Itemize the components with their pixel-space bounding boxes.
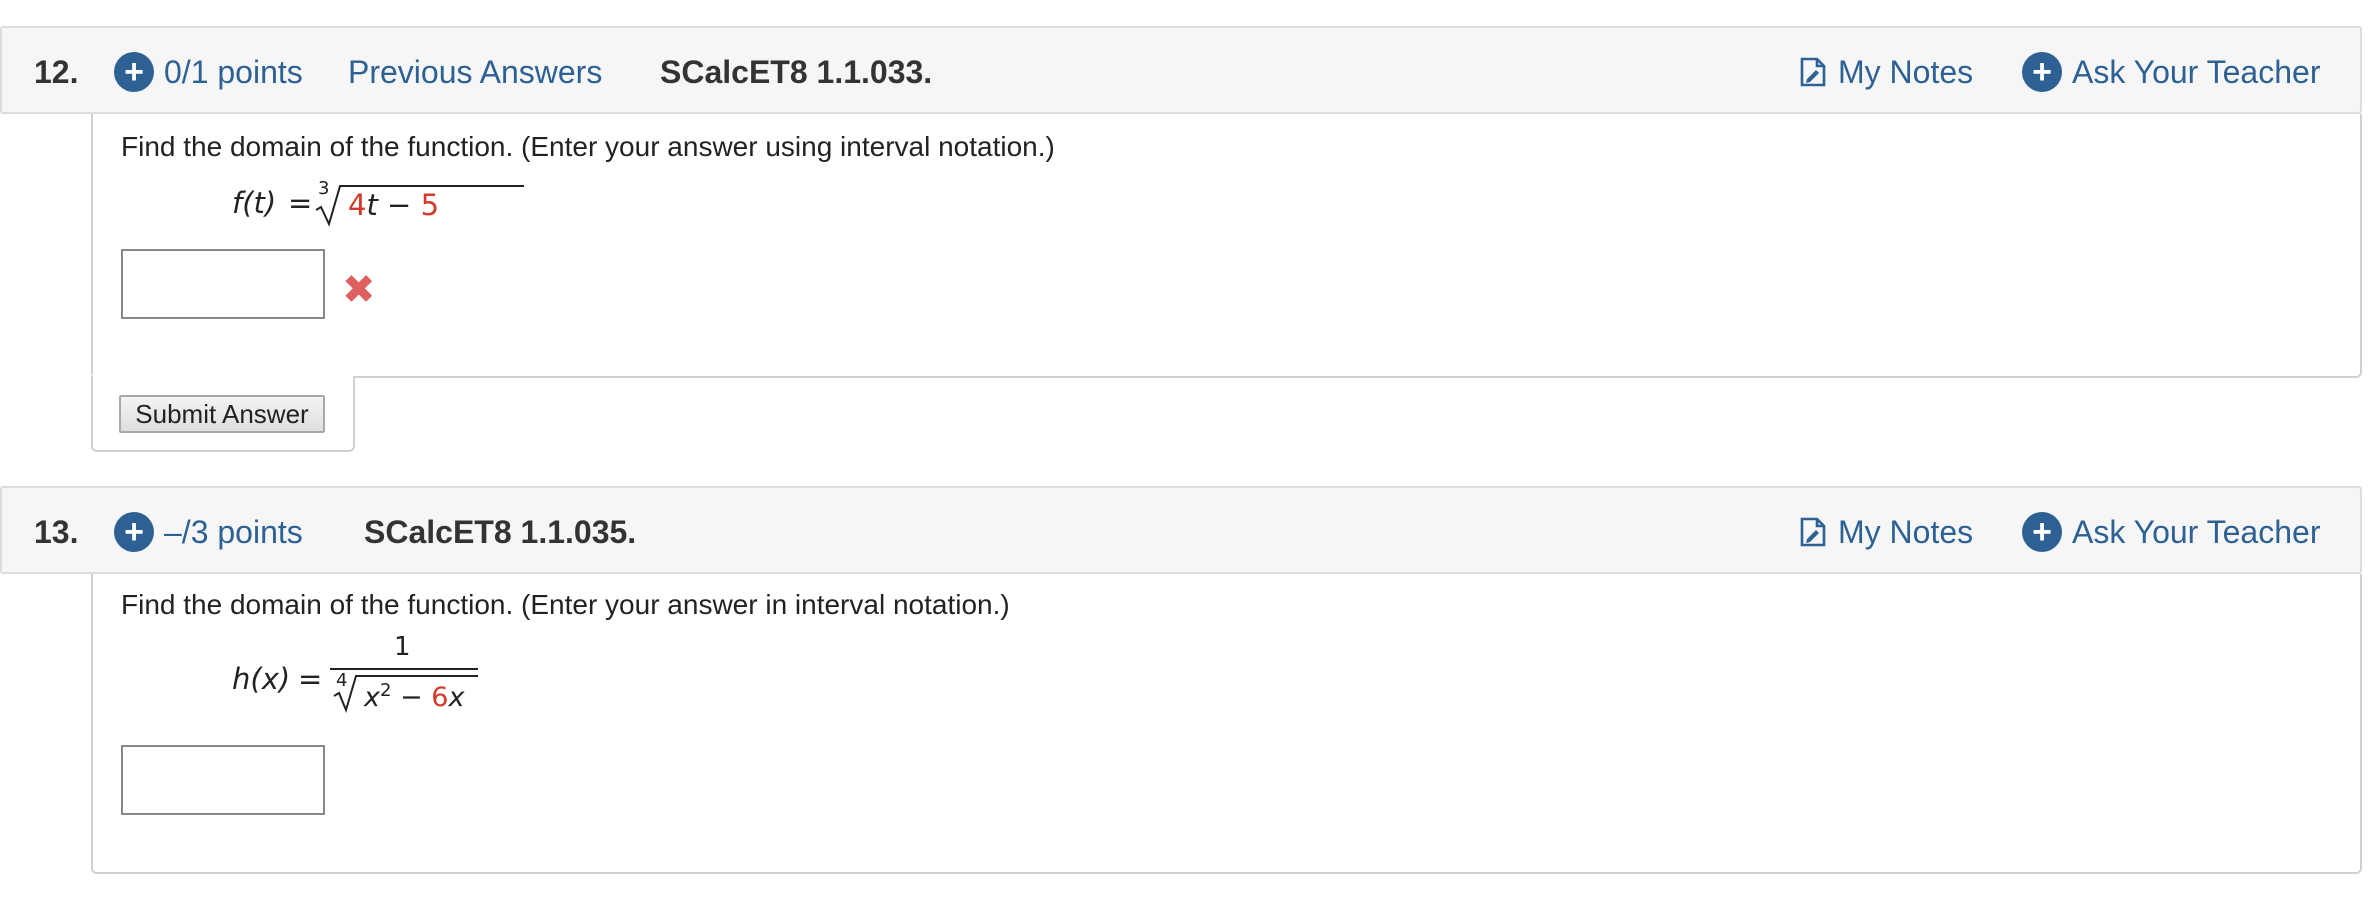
assignment-id: SCalcET8 1.1.035. (364, 514, 637, 550)
points-label: –/3 points (164, 514, 303, 550)
plus-circle-icon: + (2022, 511, 2062, 552)
points-toggle[interactable]: +0/1 points (114, 28, 303, 116)
question-number: 12. (34, 54, 79, 90)
ask-teacher-link[interactable]: + Ask Your Teacher (2022, 28, 2320, 116)
function-lhs: f(t) (232, 186, 277, 220)
function-expression: f(t) = 3 4t − 5 (232, 178, 552, 230)
radicand: 4t − 5 (348, 188, 440, 222)
plus-circle-icon: + (114, 511, 154, 552)
question-prompt: Find the domain of the function. (Enter … (121, 131, 1055, 162)
ask-teacher-label: Ask Your Teacher (2072, 54, 2321, 90)
note-icon (1800, 517, 1826, 546)
previous-answers-link[interactable]: Previous Answers (348, 28, 602, 116)
numerator: 1 (394, 632, 411, 662)
my-notes-label: My Notes (1838, 514, 1974, 550)
points-label: 0/1 points (164, 54, 303, 90)
ask-teacher-label: Ask Your Teacher (2072, 514, 2321, 550)
function-lhs: h(x) (232, 662, 291, 696)
tab-gap-cover (93, 370, 353, 380)
my-notes-link[interactable]: My Notes (1800, 28, 1973, 116)
radicand: x2 − 6x (364, 680, 465, 713)
question-number: 13. (34, 514, 79, 550)
question-12-header: 12. +0/1 points Previous Answers SCalcET… (0, 26, 2362, 114)
plus-circle-icon: + (2022, 51, 2062, 92)
plus-circle-icon: + (114, 51, 154, 92)
function-expression: h(x) = 1 4 x2 − 6x (232, 632, 492, 716)
question-prompt: Find the domain of the function. (Enter … (121, 589, 1010, 620)
equals-sign: = (298, 662, 323, 696)
question-13-header: 13. + –/3 points SCalcET8 1.1.035. My Not… (0, 486, 2362, 574)
submit-answer-button[interactable]: Submit Answer (119, 395, 325, 433)
fraction-bar (330, 668, 478, 670)
my-notes-label: My Notes (1838, 54, 1974, 90)
points-toggle[interactable]: + –/3 points (114, 488, 303, 576)
note-icon (1800, 57, 1826, 86)
equals-sign: = (288, 186, 313, 220)
answer-input-q13[interactable] (121, 745, 325, 815)
assignment-id: SCalcET8 1.1.033. (660, 54, 933, 90)
my-notes-link[interactable]: My Notes (1800, 488, 1973, 576)
x-mark-icon: ✖ (342, 268, 376, 312)
answer-input-q12[interactable] (121, 249, 325, 319)
ask-teacher-link[interactable]: + Ask Your Teacher (2022, 488, 2320, 576)
